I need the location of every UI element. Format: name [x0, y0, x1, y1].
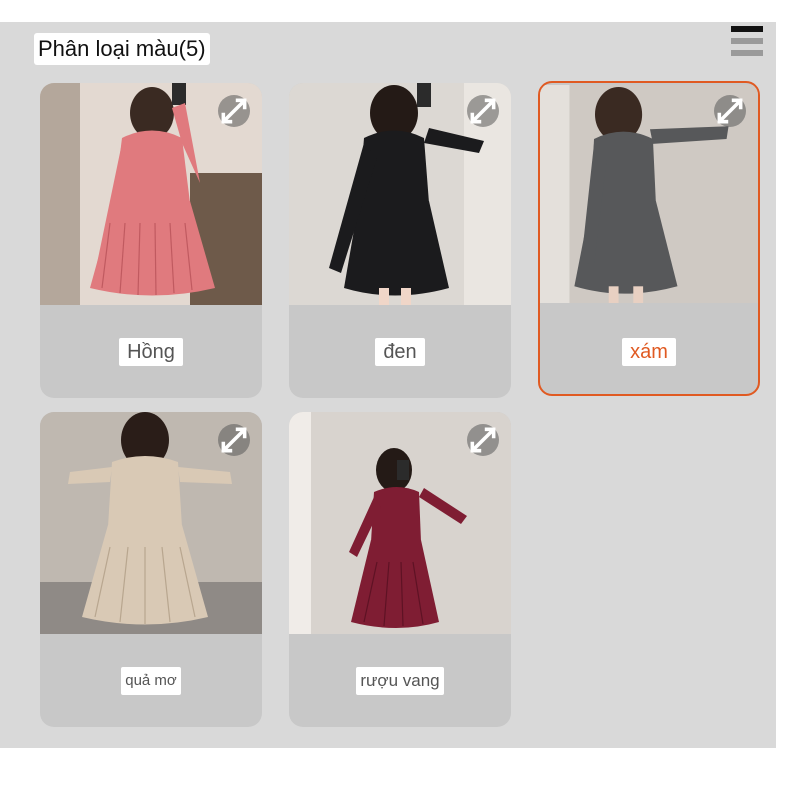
variant-card-xam[interactable]: xám — [538, 81, 760, 396]
variant-card-ruou-vang[interactable]: rượu vang — [289, 412, 511, 727]
expand-icon[interactable] — [467, 424, 499, 456]
expand-icon[interactable] — [218, 95, 250, 127]
variant-label: quả mơ — [121, 666, 181, 695]
variant-photo — [289, 83, 511, 305]
variant-card-qua-mo[interactable]: quả mơ — [40, 412, 262, 727]
variant-card-hong[interactable]: Hồng — [40, 83, 262, 398]
layout-toggle-icon[interactable] — [731, 26, 763, 60]
variant-label: rượu vang — [356, 666, 444, 695]
expand-icon[interactable] — [218, 424, 250, 456]
variant-photo — [289, 412, 511, 634]
variant-label: xám — [622, 337, 676, 366]
variant-photo — [540, 83, 758, 305]
variant-card-den[interactable]: đen — [289, 83, 511, 398]
expand-icon[interactable] — [714, 95, 746, 127]
variant-label: đen — [375, 337, 425, 366]
expand-icon[interactable] — [467, 95, 499, 127]
variant-count-title: Phân loại màu(5) — [34, 33, 210, 65]
variant-photo — [40, 412, 262, 634]
variant-photo — [40, 83, 262, 305]
variant-label: Hồng — [119, 337, 183, 366]
